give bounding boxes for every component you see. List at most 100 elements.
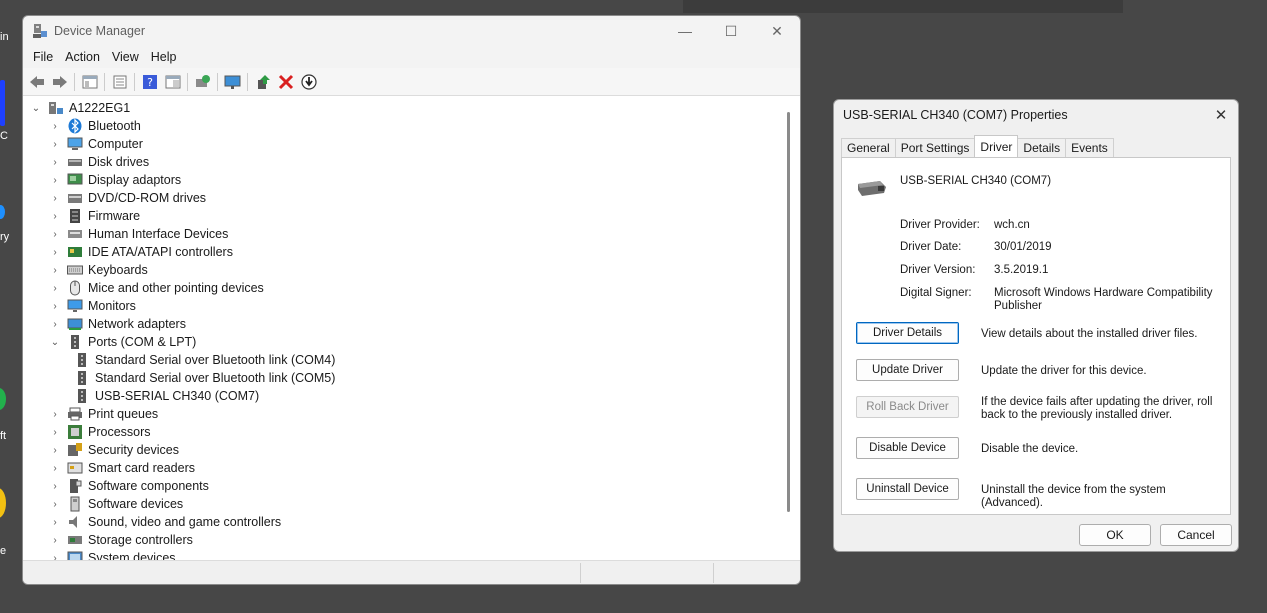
uninstall-icon[interactable]: [276, 72, 296, 92]
chevron-right-icon[interactable]: ›: [49, 139, 61, 150]
chevron-right-icon[interactable]: ›: [49, 481, 61, 492]
chevron-right-icon[interactable]: ›: [49, 301, 61, 312]
chevron-right-icon[interactable]: ›: [49, 211, 61, 222]
tree-item-label: Human Interface Devices: [88, 227, 229, 241]
tab-port-settings[interactable]: Port Settings: [894, 138, 976, 157]
tree-category-item[interactable]: › Print queues: [49, 405, 158, 423]
maximize-button[interactable]: ☐: [708, 16, 754, 46]
chevron-down-icon[interactable]: ⌄: [30, 103, 42, 114]
console-tree-icon[interactable]: [80, 72, 100, 92]
minimize-button[interactable]: —: [662, 16, 708, 46]
cancel-button[interactable]: Cancel: [1160, 524, 1232, 546]
tree-category-item[interactable]: › Mice and other pointing devices: [49, 279, 264, 297]
tree-category-item[interactable]: › Sound, video and game controllers: [49, 513, 281, 531]
tree-category-item[interactable]: › Storage controllers: [49, 531, 193, 549]
tree-device-item[interactable]: Standard Serial over Bluetooth link (COM…: [68, 369, 335, 387]
desktop-icon-fragment: [0, 388, 6, 410]
chevron-right-icon[interactable]: ›: [49, 265, 61, 276]
tree-root[interactable]: ⌄ A1222EG1: [30, 99, 130, 117]
tree-item-label: Smart card readers: [88, 461, 195, 475]
menu-help[interactable]: Help: [145, 50, 183, 64]
tree-category-item[interactable]: › Software devices: [49, 495, 183, 513]
port-icon: [74, 370, 90, 386]
tree-category-item[interactable]: › Bluetooth: [49, 117, 141, 135]
desktop-icon-fragment: [0, 488, 6, 518]
chevron-right-icon[interactable]: ›: [49, 175, 61, 186]
tree-category-item[interactable]: › Security devices: [49, 441, 179, 459]
update-driver-button[interactable]: Update Driver: [856, 359, 959, 381]
vertical-scrollbar[interactable]: [787, 112, 790, 512]
chevron-right-icon[interactable]: ›: [49, 535, 61, 546]
chevron-right-icon[interactable]: ›: [49, 229, 61, 240]
tree-category-item[interactable]: › Smart card readers: [49, 459, 195, 477]
chevron-right-icon[interactable]: ›: [49, 409, 61, 420]
roll-back-driver-button[interactable]: Roll Back Driver: [856, 396, 959, 418]
menu-file[interactable]: File: [27, 50, 59, 64]
tree-item-label: Monitors: [88, 299, 136, 313]
chevron-right-icon[interactable]: ›: [49, 517, 61, 528]
tree-category-item[interactable]: › Software components: [49, 477, 209, 495]
menu-view[interactable]: View: [106, 50, 145, 64]
chevron-right-icon[interactable]: ›: [49, 283, 61, 294]
tab-events[interactable]: Events: [1065, 138, 1114, 157]
chevron-right-icon[interactable]: ›: [49, 499, 61, 510]
desktop-label-fragment: ft: [0, 430, 7, 442]
chevron-down-icon[interactable]: ⌄: [49, 337, 61, 348]
tab-general[interactable]: General: [841, 138, 896, 157]
chevron-right-icon[interactable]: ›: [49, 445, 61, 456]
chevron-right-icon[interactable]: ›: [49, 427, 61, 438]
scan-hardware-icon[interactable]: [193, 72, 213, 92]
chevron-right-icon[interactable]: ›: [49, 193, 61, 204]
tree-category-item[interactable]: › DVD/CD-ROM drives: [49, 189, 206, 207]
tree-category-item[interactable]: › Human Interface Devices: [49, 225, 228, 243]
chevron-right-icon[interactable]: ›: [49, 157, 61, 168]
firmware-icon: [67, 208, 83, 224]
chevron-right-icon[interactable]: ›: [49, 463, 61, 474]
driver-date-value: 30/01/2019: [994, 241, 1052, 253]
tab-strip: General Port Settings Driver Details Eve…: [841, 135, 1114, 157]
status-bar: [23, 560, 800, 584]
tree-category-item[interactable]: › Monitors: [49, 297, 136, 315]
download-icon[interactable]: [299, 72, 319, 92]
monitor-icon: [67, 298, 83, 314]
desktop-icon-fragment: [0, 80, 5, 126]
tree-category-item[interactable]: › Keyboards: [49, 261, 148, 279]
update-driver-icon[interactable]: [253, 72, 273, 92]
dialog-close-button[interactable]: ✕: [1204, 100, 1238, 130]
roll-back-driver-description: If the device fails after updating the d…: [981, 396, 1213, 421]
back-arrow-icon[interactable]: [27, 72, 47, 92]
smart-card-icon: [67, 460, 83, 476]
driver-details-button[interactable]: Driver Details: [856, 322, 959, 344]
tree-category-item[interactable]: › Disk drives: [49, 153, 149, 171]
chevron-right-icon[interactable]: ›: [49, 121, 61, 132]
tree-device-item[interactable]: Standard Serial over Bluetooth link (COM…: [68, 351, 335, 369]
dialog-titlebar[interactable]: USB-SERIAL CH340 (COM7) Properties: [834, 100, 1238, 130]
tree-category-item[interactable]: › Network adapters: [49, 315, 186, 333]
tree-category-item[interactable]: › Display adaptors: [49, 171, 181, 189]
tree-category-item[interactable]: › Processors: [49, 423, 151, 441]
view-pane-icon[interactable]: [163, 72, 183, 92]
close-button[interactable]: ✕: [754, 16, 800, 46]
disable-device-button[interactable]: Disable Device: [856, 437, 959, 459]
tree-category-item[interactable]: › Computer: [49, 135, 143, 153]
menu-action[interactable]: Action: [59, 50, 106, 64]
chevron-right-icon[interactable]: ›: [49, 247, 61, 258]
tab-details[interactable]: Details: [1017, 138, 1067, 157]
uninstall-device-button[interactable]: Uninstall Device: [856, 478, 959, 500]
forward-arrow-icon[interactable]: [50, 72, 70, 92]
chevron-right-icon[interactable]: ›: [49, 319, 61, 330]
tree-item-label: Keyboards: [88, 263, 148, 277]
tree-device-item[interactable]: USB-SERIAL CH340 (COM7): [68, 387, 259, 405]
tree-item-label: Software devices: [88, 497, 184, 511]
tree-category-item[interactable]: ⌄ Ports (COM & LPT): [49, 333, 196, 351]
ok-button[interactable]: OK: [1079, 524, 1151, 546]
tab-driver[interactable]: Driver: [974, 135, 1019, 157]
computer-icon: [67, 136, 83, 152]
tree-category-item[interactable]: › IDE ATA/ATAPI controllers: [49, 243, 233, 261]
help-icon[interactable]: ?: [140, 72, 160, 92]
properties-icon[interactable]: [110, 72, 130, 92]
monitor-update-icon[interactable]: [223, 72, 243, 92]
tree-item-label: Disk drives: [88, 155, 150, 169]
tree-category-item[interactable]: › Firmware: [49, 207, 140, 225]
desktop-label-fragment: e: [0, 545, 7, 557]
